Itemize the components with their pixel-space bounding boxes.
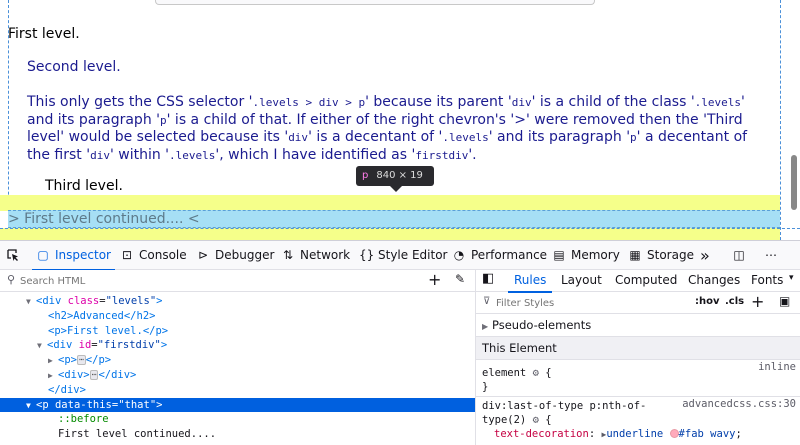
tree-node-div-levels[interactable]: ▼ <div class="levels"> [0,294,475,309]
url-bar-edge[interactable] [155,0,595,5]
tab-rules[interactable]: Rules [507,270,553,293]
tab-fonts[interactable]: Fonts [751,270,783,292]
debugger-icon: ⊳ [197,248,209,262]
add-node-button[interactable]: + [428,270,441,290]
add-rule-button[interactable]: + [751,292,764,312]
tab-performance[interactable]: ◔ Performance [452,241,547,270]
chevron-right-icon: ▶ [482,322,489,331]
guide-line-bottom [0,228,800,229]
page-scrollbar[interactable] [791,155,797,210]
gear-icon[interactable]: ⚙ [533,367,539,379]
chevron-down-icon[interactable]: ▾ [789,273,794,283]
sidebar-tabs: ◧ Rules Layout Computed Changes Fonts ▾ [476,270,800,293]
eyedropper-icon[interactable]: ✎ [455,272,465,286]
inspector-icon: ▢ [37,248,49,262]
dock-button[interactable]: ◫ [732,241,751,270]
second-level-text: Second level. [27,59,121,75]
tab-changes[interactable]: Changes [688,270,740,292]
network-icon: ⇅ [282,248,294,262]
tab-network[interactable]: ⇅ Network [281,241,350,270]
tab-computed[interactable]: Computed [615,270,677,292]
tooltip-size: 840 × 19 [376,170,423,181]
rule-element-inline[interactable]: element ⚙ {inline } [476,360,800,394]
rules-sidebar: ◧ Rules Layout Computed Changes Fonts ▾ … [476,270,800,445]
storage-icon: ▦ [629,248,641,262]
sidebar-toggle-icon[interactable]: ◧ [482,271,494,286]
style-editor-icon: {} [359,248,375,262]
third-level-text: Third level. [45,178,123,194]
tree-node-text[interactable]: First level continued.... [0,427,475,442]
pseudo-elements-section[interactable]: ▶ Pseudo-elements [476,314,800,337]
picker-icon [7,249,18,261]
margin-highlight-bottom [0,228,780,240]
more-tools-button[interactable]: » [700,241,710,270]
html-search-row: ⚲ + ✎ [0,270,475,292]
color-swatch[interactable] [669,429,679,438]
tab-inspector[interactable]: ▢ Inspector [32,241,115,271]
tree-node-before[interactable]: ::before [0,412,475,427]
element-size-tooltip: p 840 × 19 [356,166,434,192]
memory-icon: ▤ [553,248,565,262]
declaration-text-decoration[interactable]: text-decoration: ▶underline #fab wavy; [482,427,800,442]
meatball-icon: ⋯ [765,248,777,262]
tab-storage[interactable]: ▦ Storage [628,241,694,270]
tree-node-p-first[interactable]: <p>First level.</p> [0,324,475,339]
tooltip-tag: p [362,170,369,181]
markup-tree: ▼ <div class="levels"> <h2>Advanced</h2> … [0,292,475,442]
tree-node-div-firstdiv[interactable]: ▼ <div id="firstdiv"> [0,338,475,353]
explanation-paragraph: This only gets the CSS selector '.levels… [27,94,748,163]
page-viewport: First level. Second level. This only get… [0,0,800,240]
dock-icon: ◫ [733,248,745,262]
tooltip-arrow [390,186,402,192]
first-level-text: First level. [8,26,80,42]
performance-icon: ◔ [453,248,465,262]
filter-row: ⊽ :hov .cls + ▣ [476,292,800,314]
tab-layout[interactable]: Layout [561,270,602,292]
tab-memory[interactable]: ▤ Memory [552,241,619,270]
light-dark-icon[interactable]: ▣ [779,294,790,308]
tree-node-div-collapsed[interactable]: ▶ <div> ⋯ </div> [0,368,475,383]
filter-icon: ⊽ [483,296,491,307]
tree-node-p-selected[interactable]: ▼ <p data-this="that"> [0,397,475,413]
rule-nth-of-type[interactable]: div:last-of-type p:nth-of-advancedcss.cs… [476,397,800,442]
element-picker-button[interactable] [6,241,20,270]
tab-style-editor[interactable]: {} Style Editor [359,241,447,270]
markup-panel: ⚲ + ✎ ▼<div class="levels"> <h2>Advanced… [0,270,476,445]
rule-source-inline: inline [758,361,796,373]
search-html-input[interactable] [20,272,400,290]
first-level-continued-text: > First level continued.... < [8,211,200,227]
tree-node-h2[interactable]: <h2>Advanced</h2> [0,309,475,324]
devtools-toolbar: ▢ Inspector ⊡ Console ⊳ Debugger ⇅ Network {… [0,240,800,271]
console-icon: ⊡ [121,248,133,262]
tab-debugger[interactable]: ⊳ Debugger [196,241,274,270]
options-button[interactable]: ⋯ [764,241,783,270]
this-element-header: This Element [476,337,800,360]
hov-toggle[interactable]: :hov [695,296,720,307]
tree-node-div-close[interactable]: </div> [0,383,475,398]
rule-source-file[interactable]: advancedcss.css:30 [682,397,796,411]
tree-node-p-collapsed[interactable]: ▶ <p> ⋯ </p> [0,353,475,368]
tab-console[interactable]: ⊡ Console [120,241,187,270]
browser-window: { "page": { "first_level": "First level.… [0,0,800,445]
margin-highlight-top [0,195,780,211]
search-icon: ⚲ [7,273,16,286]
cls-toggle[interactable]: .cls [725,296,744,307]
filter-styles-input[interactable] [496,294,676,312]
